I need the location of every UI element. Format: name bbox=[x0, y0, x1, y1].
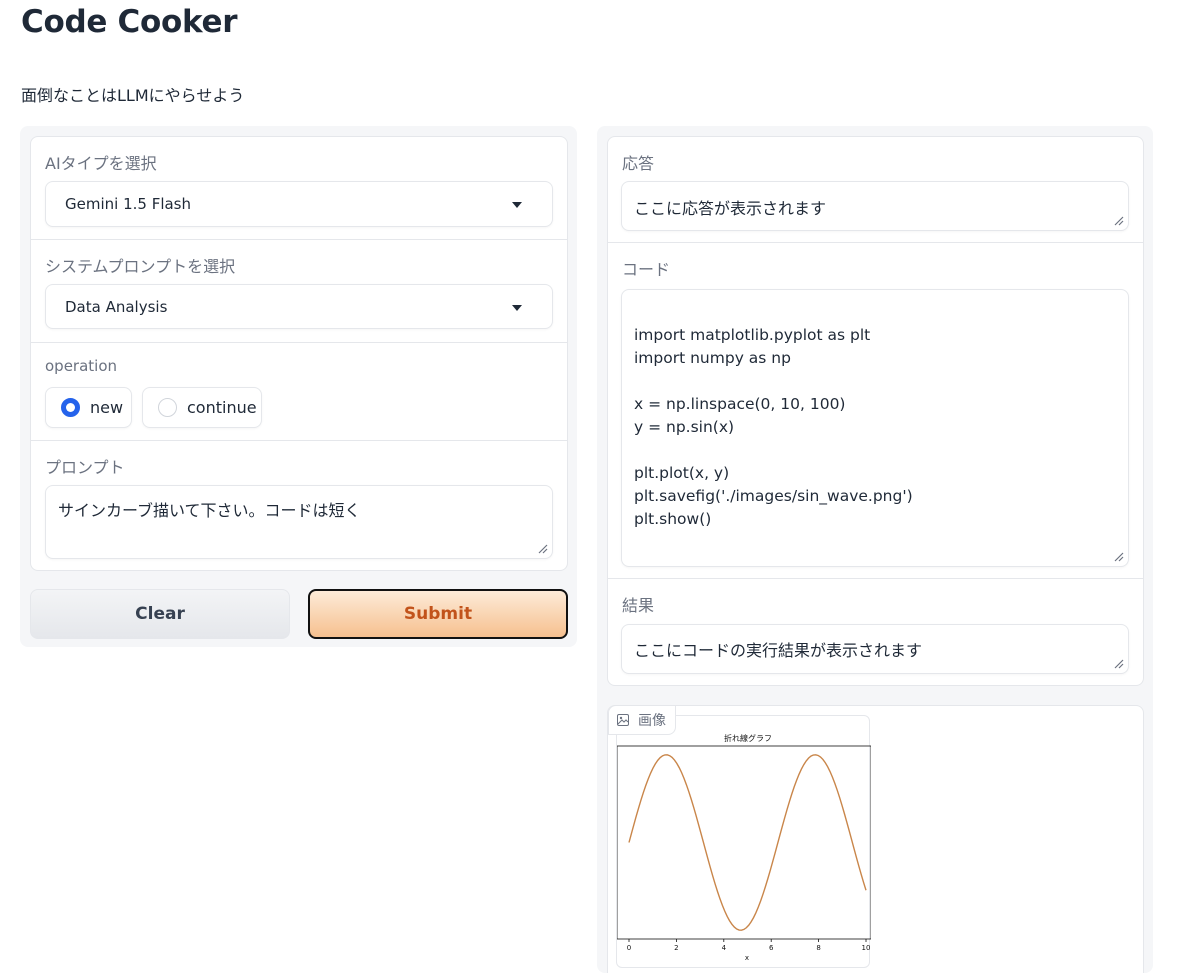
radio-selected-icon bbox=[61, 398, 80, 417]
code-block: コード import matplotlib.pyplot as plt impo… bbox=[608, 243, 1143, 579]
x-tick-label: 8 bbox=[816, 944, 820, 952]
clear-button[interactable]: Clear bbox=[30, 589, 290, 639]
ai-type-label: AIタイプを選択 bbox=[45, 154, 157, 173]
radio-continue-label: continue bbox=[187, 398, 257, 417]
chevron-down-icon bbox=[512, 202, 522, 208]
app-title: Code Cooker bbox=[21, 4, 238, 40]
x-tick-label: 10 bbox=[862, 944, 871, 952]
ai-type-block: AIタイプを選択 Gemini 1.5 Flash bbox=[31, 137, 567, 240]
system-prompt-select[interactable]: Data Analysis bbox=[45, 284, 553, 329]
x-tick-label: 0 bbox=[627, 944, 631, 952]
prompt-label: プロンプト bbox=[45, 458, 125, 477]
response-textarea[interactable]: ここに応答が表示されます bbox=[621, 181, 1129, 231]
radio-unselected-icon bbox=[158, 398, 177, 417]
resize-handle-icon[interactable] bbox=[1113, 658, 1124, 669]
system-prompt-block: システムプロンプトを選択 Data Analysis bbox=[31, 240, 567, 343]
submit-button[interactable]: Submit bbox=[308, 589, 568, 639]
plot-area-frame bbox=[617, 745, 871, 940]
ai-type-value: Gemini 1.5 Flash bbox=[65, 195, 192, 213]
prompt-block: プロンプト サインカーブ描いて下さい。コードは短く bbox=[31, 441, 567, 570]
response-label: 応答 bbox=[622, 154, 655, 173]
prompt-text: サインカーブ描いて下さい。コードは短く bbox=[58, 501, 361, 520]
system-prompt-label: システムプロンプトを選択 bbox=[45, 257, 236, 276]
result-text: ここにコードの実行結果が表示されます bbox=[634, 641, 923, 660]
output-image: 折れ線グラフ 0 2 4 6 8 10 x bbox=[616, 715, 871, 968]
resize-handle-icon[interactable] bbox=[537, 543, 548, 554]
app-subtitle: 面倒なことはLLMにやらせよう bbox=[21, 86, 245, 105]
prompt-textarea[interactable]: サインカーブ描いて下さい。コードは短く bbox=[45, 485, 553, 559]
resize-handle-icon[interactable] bbox=[1113, 551, 1124, 562]
image-label-tab: 画像 bbox=[608, 705, 676, 735]
operation-block: operation new continue bbox=[31, 343, 567, 441]
input-form: AIタイプを選択 Gemini 1.5 Flash システムプロンプトを選択 D… bbox=[30, 136, 568, 571]
output-form: 応答 ここに応答が表示されます コード import matplotlib.py… bbox=[607, 136, 1144, 686]
response-block: 応答 ここに応答が表示されます bbox=[608, 137, 1143, 243]
chart-series-line bbox=[628, 754, 867, 931]
x-tick-label: 2 bbox=[674, 944, 678, 952]
code-text: import matplotlib.pyplot as plt import n… bbox=[634, 326, 913, 528]
radio-continue[interactable]: continue bbox=[142, 387, 262, 428]
chart-title: 折れ線グラフ bbox=[724, 733, 772, 743]
code-label: コード bbox=[622, 260, 671, 279]
resize-handle-icon[interactable] bbox=[1113, 215, 1124, 226]
x-tick-label: 6 bbox=[769, 944, 774, 952]
x-tick-label: 4 bbox=[722, 944, 727, 952]
response-text: ここに応答が表示されます bbox=[634, 199, 827, 218]
result-label: 結果 bbox=[622, 596, 655, 615]
radio-new-label: new bbox=[90, 398, 124, 417]
image-icon bbox=[617, 714, 629, 726]
operation-label: operation bbox=[45, 357, 118, 375]
system-prompt-value: Data Analysis bbox=[65, 298, 168, 316]
radio-new[interactable]: new bbox=[45, 387, 132, 428]
chevron-down-icon bbox=[512, 305, 522, 311]
image-label: 画像 bbox=[638, 713, 666, 729]
result-block: 結果 ここにコードの実行結果が表示されます bbox=[608, 579, 1143, 685]
sine-chart: 折れ線グラフ 0 2 4 6 8 10 x bbox=[617, 733, 871, 962]
code-textarea[interactable]: import matplotlib.pyplot as plt import n… bbox=[621, 289, 1129, 567]
result-textarea[interactable]: ここにコードの実行結果が表示されます bbox=[621, 624, 1129, 674]
ai-type-select[interactable]: Gemini 1.5 Flash bbox=[45, 181, 553, 227]
chart-x-axis-label: x bbox=[745, 954, 749, 962]
